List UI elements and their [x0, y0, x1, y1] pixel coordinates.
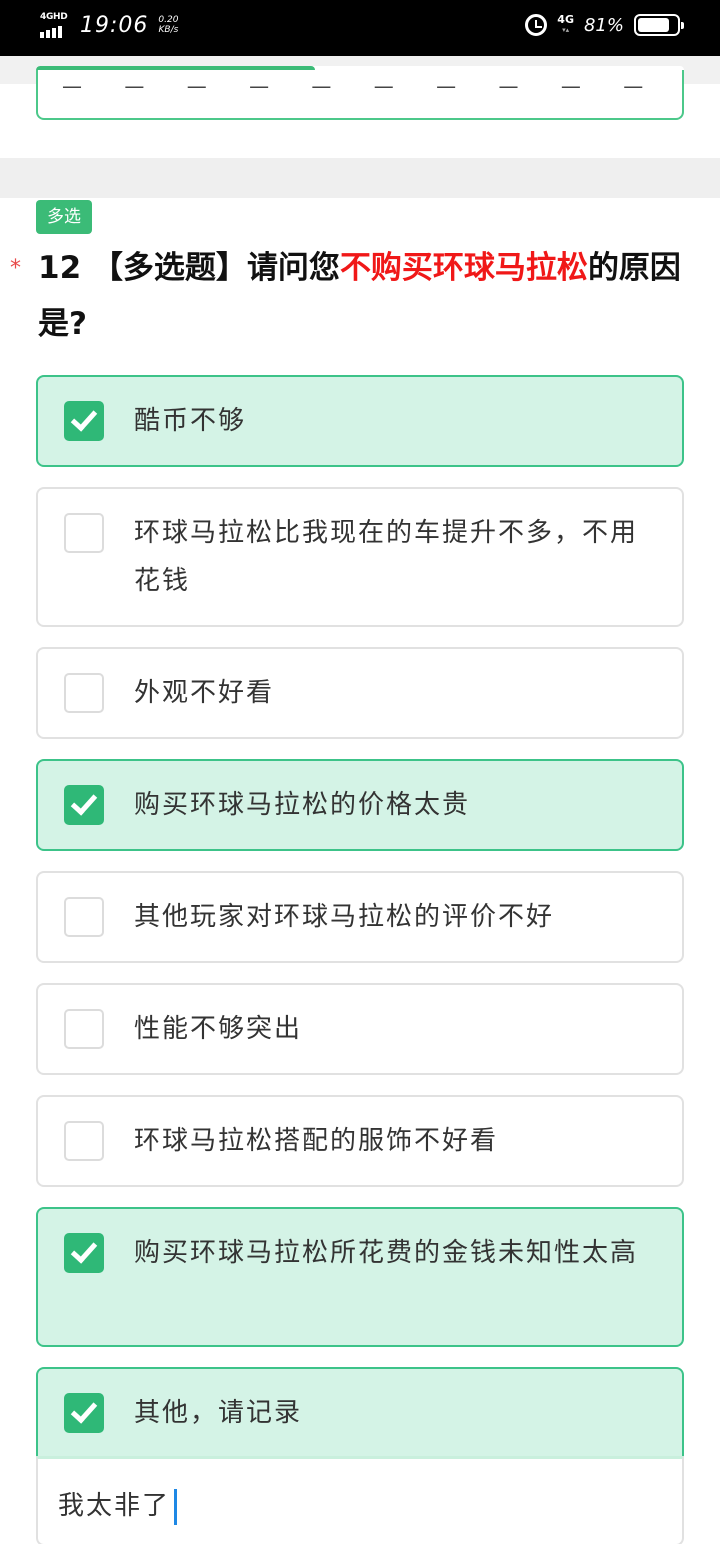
previous-question-answer-box: — — — — — — — — — — — [36, 70, 684, 120]
option-label: 其他玩家对环球马拉松的评价不好 — [134, 902, 555, 932]
option-1[interactable]: 酷币不够 — [36, 375, 684, 467]
checkbox[interactable] — [64, 1393, 104, 1433]
checkbox[interactable] — [64, 897, 104, 937]
option-label: 环球马拉松比我现在的车提升不多，不用花钱 — [134, 518, 639, 596]
option-7[interactable]: 环球马拉松搭配的服饰不好看 — [36, 1095, 684, 1187]
battery-percent: 81% — [583, 14, 624, 36]
option-label: 购买环球马拉松的价格太贵 — [134, 790, 471, 820]
check-icon — [70, 404, 98, 432]
option-label: 外观不好看 — [134, 678, 275, 708]
text-cursor — [174, 1488, 178, 1525]
option-label: 性能不够突出 — [134, 1014, 303, 1044]
question-highlight: 不购买环球马拉松 — [339, 250, 588, 286]
checkbox[interactable] — [64, 673, 104, 713]
option-label: 环球马拉松搭配的服饰不好看 — [134, 1126, 499, 1156]
checkbox[interactable] — [64, 785, 104, 825]
question-title: 12 【多选题】请问您不购买环球马拉松的原因是? — [38, 250, 681, 342]
option-9-other[interactable]: 其他，请记录 — [36, 1367, 684, 1459]
clock: 19:06 — [80, 12, 149, 38]
question-divider — [0, 158, 720, 198]
option-8[interactable]: 购买环球马拉松所花费的金钱未知性太高 — [36, 1207, 684, 1347]
checkbox[interactable] — [64, 1233, 104, 1273]
check-icon — [70, 788, 98, 816]
checkbox[interactable] — [64, 1009, 104, 1049]
option-label: 购买环球马拉松所花费的金钱未知性太高 — [134, 1238, 639, 1268]
checkbox[interactable] — [64, 401, 104, 441]
option-3[interactable]: 外观不好看 — [36, 647, 684, 739]
option-6[interactable]: 性能不够突出 — [36, 983, 684, 1075]
mobile-data-icon: 4G ▾▴ — [557, 13, 574, 34]
battery-icon — [634, 14, 684, 36]
network-speed: 0.20 KB/s — [158, 15, 179, 35]
other-reason-value[interactable]: 我太非了 — [58, 1485, 178, 1525]
option-label: 其他，请记录 — [134, 1398, 303, 1428]
option-5[interactable]: 其他玩家对环球马拉松的评价不好 — [36, 871, 684, 963]
check-icon — [70, 1396, 98, 1424]
alarm-icon — [525, 14, 548, 36]
status-bar: 4GHD 19:06 0.20 KB/s 4G ▾▴ 81% — [0, 0, 720, 56]
checkbox[interactable] — [64, 1121, 104, 1161]
question-type-tag: 多选 — [36, 200, 92, 234]
check-icon — [70, 1236, 98, 1264]
required-mark: * — [10, 256, 21, 281]
option-2[interactable]: 环球马拉松比我现在的车提升不多，不用花钱 — [36, 487, 684, 627]
option-label: 酷币不够 — [134, 406, 247, 436]
checkbox[interactable] — [64, 513, 104, 553]
signal-icon: 4GHD — [40, 12, 70, 38]
option-4[interactable]: 购买环球马拉松的价格太贵 — [36, 759, 684, 851]
other-reason-input[interactable]: 我太非了 — [36, 1456, 684, 1544]
